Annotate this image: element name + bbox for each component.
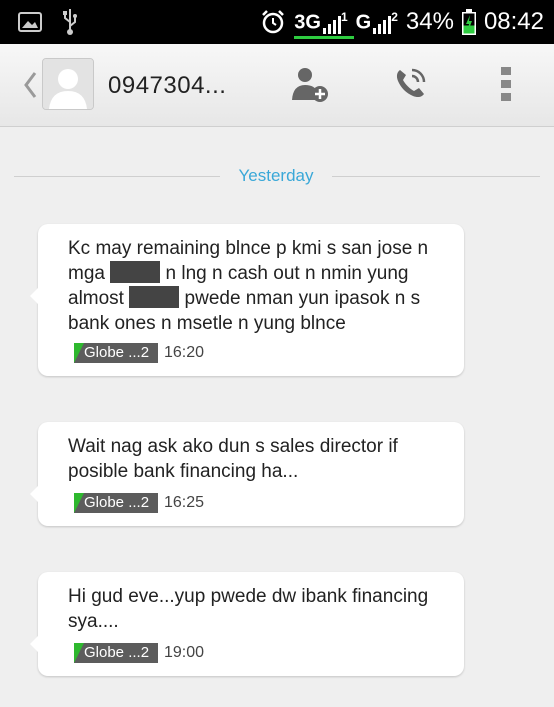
message-meta: Globe ...2 16:25 [74, 493, 204, 513]
redacted-block [110, 261, 161, 283]
message-time: 19:00 [164, 644, 205, 661]
conversation-header: 0947304... [0, 44, 554, 127]
date-label: Yesterday [238, 166, 314, 185]
message-time: 16:25 [164, 494, 205, 511]
message-text: Hi gud eve...yup pwede dw ibank financin… [68, 586, 429, 632]
usb-icon [63, 9, 77, 35]
date-divider: Yesterday [14, 164, 540, 190]
message-bubble[interactable]: Hi gud eve...yup pwede dw ibank financin… [30, 572, 464, 676]
phone-icon [396, 68, 426, 98]
message-text: Kc may remaining blnce p kmi s san jose … [68, 238, 429, 334]
sim-badge: Globe ...2 [74, 643, 158, 663]
divider-line [14, 176, 220, 177]
message-bubble[interactable]: Kc may remaining blnce p kmi s san jose … [30, 224, 464, 376]
message-meta: Globe ...2 19:00 [74, 643, 204, 663]
call-button[interactable] [390, 64, 430, 104]
default-avatar-icon [43, 59, 93, 109]
add-person-icon [292, 68, 328, 102]
more-options-button[interactable] [486, 64, 526, 104]
message-text: Wait nag ask ako dun s sales director if… [68, 436, 398, 482]
message-bubble[interactable]: Wait nag ask ako dun s sales director if… [30, 422, 464, 526]
sim-badge: Globe ...2 [74, 493, 158, 513]
signal-bars-icon [373, 14, 392, 35]
alarm-icon [262, 10, 285, 34]
battery-charging-icon [461, 9, 476, 35]
clock: 08:42 [483, 8, 544, 35]
status-bar: 3G 1 G2 34% 08:42 [0, 0, 554, 44]
divider-line [332, 176, 540, 177]
battery-percent: 34% [405, 8, 454, 35]
contact-name[interactable]: 0947304... [108, 72, 226, 100]
network-1-indicator: 3G 1 [294, 9, 355, 39]
avatar[interactable] [42, 58, 94, 110]
gallery-icon [18, 12, 42, 32]
signal-bars-icon [322, 14, 341, 35]
network-2-indicator: G2 [355, 9, 398, 35]
add-contact-button[interactable] [290, 64, 330, 104]
back-chevron-icon[interactable] [22, 70, 38, 100]
message-time: 16:20 [164, 344, 205, 361]
sim-badge: Globe ...2 [74, 343, 158, 363]
redacted-block [129, 286, 180, 308]
overflow-menu-icon [501, 67, 511, 101]
message-meta: Globe ...2 16:20 [74, 343, 204, 363]
